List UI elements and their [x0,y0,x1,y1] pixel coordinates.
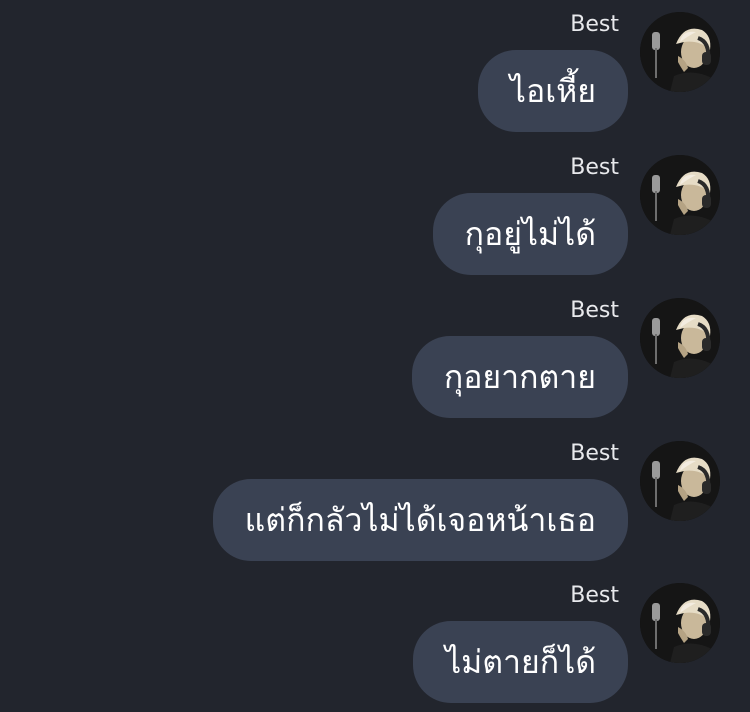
sender-name: Best [570,298,619,323]
message-row: Best ไอเหี้ย [0,0,750,142]
user-avatar-headphones-icon[interactable] [640,583,720,663]
message-bubble[interactable]: ไม่ตายก็ได้ [413,621,628,703]
message-row: Best แต่ก็กลัวไม่ได้เจอหน้าเธอ [0,429,750,571]
message-bubble[interactable]: ไอเหี้ย [477,50,628,132]
sender-name: Best [570,583,619,608]
user-avatar-headphones-icon[interactable] [640,441,720,521]
message-row: Best กุอยู่ไม่ได้ [0,143,750,285]
user-avatar-headphones-icon[interactable] [640,298,720,378]
sender-name: Best [570,155,619,180]
message-row: Best กุอยากตาย [0,286,750,428]
message-bubble[interactable]: กุอยู่ไม่ได้ [432,193,628,275]
message-bubble[interactable]: แต่ก็กลัวไม่ได้เจอหน้าเธอ [212,479,628,561]
message-row: Best ไม่ตายก็ได้ [0,571,750,712]
sender-name: Best [570,12,619,37]
chat-thread: Best ไอเหี้ย Best กุอยู่ไม่ได้ Best กุอย… [0,0,750,712]
user-avatar-headphones-icon[interactable] [640,12,720,92]
sender-name: Best [570,441,619,466]
user-avatar-headphones-icon[interactable] [640,155,720,235]
message-bubble[interactable]: กุอยากตาย [411,336,628,418]
